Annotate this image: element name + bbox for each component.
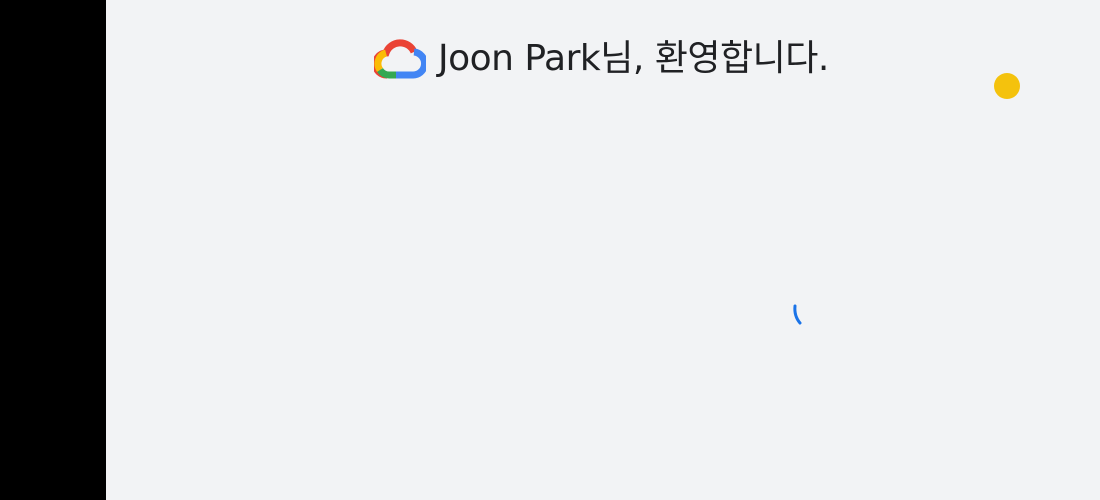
welcome-header: Joon Park님, 환영합니다. xyxy=(374,36,829,82)
welcome-page: Joon Park님, 환영합니다. xyxy=(106,0,1100,500)
left-black-bar xyxy=(0,0,106,500)
yellow-dot-icon xyxy=(994,73,1020,99)
loading-spinner-icon xyxy=(793,304,802,325)
google-cloud-logo-icon xyxy=(374,39,426,79)
welcome-message: Joon Park님, 환영합니다. xyxy=(438,38,829,79)
screen: Joon Park님, 환영합니다. xyxy=(0,0,1100,500)
